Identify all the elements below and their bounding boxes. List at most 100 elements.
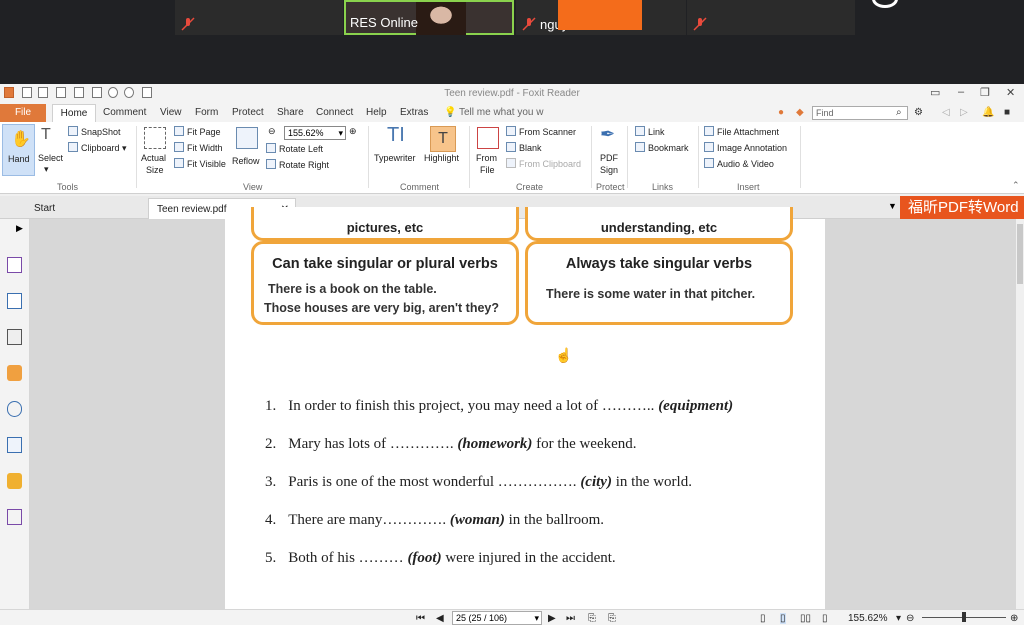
next-view-icon[interactable]: ⎘: [608, 613, 616, 624]
back-icon[interactable]: ◁: [942, 107, 950, 118]
bookmark-icon: [635, 142, 645, 152]
tab-list-icon[interactable]: ▼: [888, 201, 897, 211]
image-icon: [704, 142, 714, 152]
tab-comment[interactable]: Comment: [103, 107, 146, 118]
reflow-button[interactable]: Reflow: [231, 124, 263, 176]
tab-connect[interactable]: Connect: [316, 107, 353, 118]
highlight-button[interactable]: T Highlight: [423, 124, 465, 176]
tab-protect[interactable]: Protect: [232, 107, 264, 118]
tab-form[interactable]: Form: [195, 107, 218, 118]
last-page-icon[interactable]: ⏭: [566, 613, 575, 624]
blank-button[interactable]: Blank: [506, 142, 542, 153]
smile-icon[interactable]: ●: [778, 107, 784, 118]
facing-page-icon[interactable]: ▯▯: [800, 613, 811, 624]
hand-tool-button[interactable]: ✋ Hand: [2, 124, 35, 176]
pages-panel-icon[interactable]: [7, 293, 22, 309]
collapse-ribbon-icon[interactable]: ⌃: [1012, 180, 1020, 191]
file-attachment-button[interactable]: File Attachment: [704, 126, 779, 137]
tab-home[interactable]: Home: [52, 104, 96, 123]
audio-video-button[interactable]: Audio & Video: [704, 158, 774, 169]
status-zoom[interactable]: 155.62%: [848, 613, 887, 624]
typewriter-button[interactable]: TI Typewriter: [373, 124, 421, 176]
zoom-dropdown-icon[interactable]: ▾: [896, 613, 901, 624]
next-page-icon[interactable]: ▶: [548, 613, 556, 624]
chevron-down-icon: ▾: [338, 128, 343, 138]
zoom-out-icon[interactable]: ⊖: [906, 613, 914, 624]
zoom-slider[interactable]: [922, 612, 1006, 622]
signature-panel-icon[interactable]: [7, 437, 22, 453]
notification-icon[interactable]: ◆: [796, 107, 804, 118]
tab-view[interactable]: View: [160, 107, 182, 118]
user-icon[interactable]: ■: [1004, 107, 1010, 118]
document-viewer[interactable]: pictures, etc understanding, etc Can tak…: [30, 207, 1016, 609]
find-input[interactable]: Find: [812, 106, 908, 120]
tell-me-box[interactable]: Tell me what you w: [459, 107, 543, 118]
continuous-page-icon[interactable]: ▯: [780, 613, 786, 624]
rotate-right-button[interactable]: Rotate Right: [266, 159, 329, 170]
participant-tile[interactable]: [175, 0, 343, 35]
rotate-left-button[interactable]: Rotate Left: [266, 143, 323, 154]
layers-panel-icon[interactable]: [7, 329, 22, 345]
attachments-panel-icon[interactable]: [7, 401, 22, 417]
pdf-sign-button[interactable]: ✒ PDF Sign: [594, 124, 624, 176]
ribbon-toggle-icon[interactable]: ▭: [930, 86, 940, 99]
bookmark-button[interactable]: Bookmark: [635, 142, 689, 153]
comments-panel-icon[interactable]: [7, 365, 22, 381]
fit-visible-button[interactable]: Fit Visible: [174, 158, 226, 169]
lock-icon[interactable]: [7, 473, 22, 489]
fit-visible-icon: [174, 158, 184, 168]
zoom-slider-handle[interactable]: [962, 612, 966, 622]
participant-tile-active[interactable]: RES Online: [344, 0, 514, 35]
bookmarks-panel-icon[interactable]: [7, 257, 22, 273]
restore-icon[interactable]: ❐: [980, 86, 990, 99]
bell-icon[interactable]: 🔔: [982, 107, 994, 118]
from-scanner-button[interactable]: From Scanner: [506, 126, 576, 137]
group-label-create: Create: [516, 182, 544, 192]
previous-view-icon[interactable]: ⎘: [588, 613, 596, 624]
image-annotation-button[interactable]: Image Annotation: [704, 142, 787, 153]
mic-muted-icon: [693, 17, 707, 31]
search-panel-icon[interactable]: [7, 509, 22, 525]
actual-size-button[interactable]: Actual Size: [140, 124, 170, 176]
close-icon[interactable]: ✕: [1006, 86, 1015, 99]
forward-icon[interactable]: ▷: [960, 107, 968, 118]
page-number-input[interactable]: 25 (25 / 106) ▾: [452, 611, 542, 625]
snapshot-button[interactable]: SnapShot: [68, 126, 121, 137]
select-tool-button[interactable]: T Select ▾: [38, 124, 63, 176]
search-icon[interactable]: ⌕: [896, 107, 902, 118]
divider: [591, 126, 592, 188]
gear-icon[interactable]: ⚙: [914, 107, 923, 118]
mic-muted-icon: [181, 17, 195, 31]
meeting-control-icon[interactable]: [872, 0, 898, 8]
participant-video: [416, 2, 466, 35]
highlight-label: Highlight: [424, 153, 460, 163]
fit-width-button[interactable]: Fit Width: [174, 142, 223, 153]
prev-page-icon[interactable]: ◀: [436, 613, 444, 624]
tab-help[interactable]: Help: [366, 107, 387, 118]
file-menu[interactable]: File: [0, 104, 46, 122]
actual-size-icon: [144, 127, 166, 149]
clipboard-button[interactable]: Clipboard ▾: [68, 142, 127, 154]
single-page-icon[interactable]: ▯: [760, 613, 766, 624]
tab-extras[interactable]: Extras: [400, 107, 428, 118]
from-file-button[interactable]: From File: [472, 124, 502, 176]
expand-panel-icon[interactable]: ▶: [16, 223, 23, 234]
first-page-icon[interactable]: ⏮: [416, 613, 425, 624]
zoom-in-icon[interactable]: ⊕: [349, 126, 357, 137]
vertical-scrollbar[interactable]: [1016, 219, 1024, 609]
scroll-thumb[interactable]: [1017, 224, 1023, 284]
rotate-left-icon: [266, 143, 276, 153]
rotate-right-icon: [266, 159, 276, 169]
pdf-to-word-banner[interactable]: 福昕PDF转Word: [900, 196, 1024, 219]
tab-share[interactable]: Share: [277, 107, 304, 118]
zoom-select[interactable]: 155.62% ▾: [284, 126, 346, 140]
link-button[interactable]: Link: [635, 126, 665, 137]
participant-tile[interactable]: [687, 0, 855, 35]
continuous-facing-icon[interactable]: ▯: [822, 613, 828, 624]
fit-page-button[interactable]: Fit Page: [174, 126, 221, 137]
from-clipboard-button[interactable]: From Clipboard: [506, 158, 581, 169]
zoom-out-icon[interactable]: ⊖: [268, 126, 276, 137]
minimize-icon[interactable]: –: [958, 86, 964, 98]
tab-start[interactable]: Start: [26, 198, 144, 219]
zoom-in-icon[interactable]: ⊕: [1010, 613, 1018, 624]
